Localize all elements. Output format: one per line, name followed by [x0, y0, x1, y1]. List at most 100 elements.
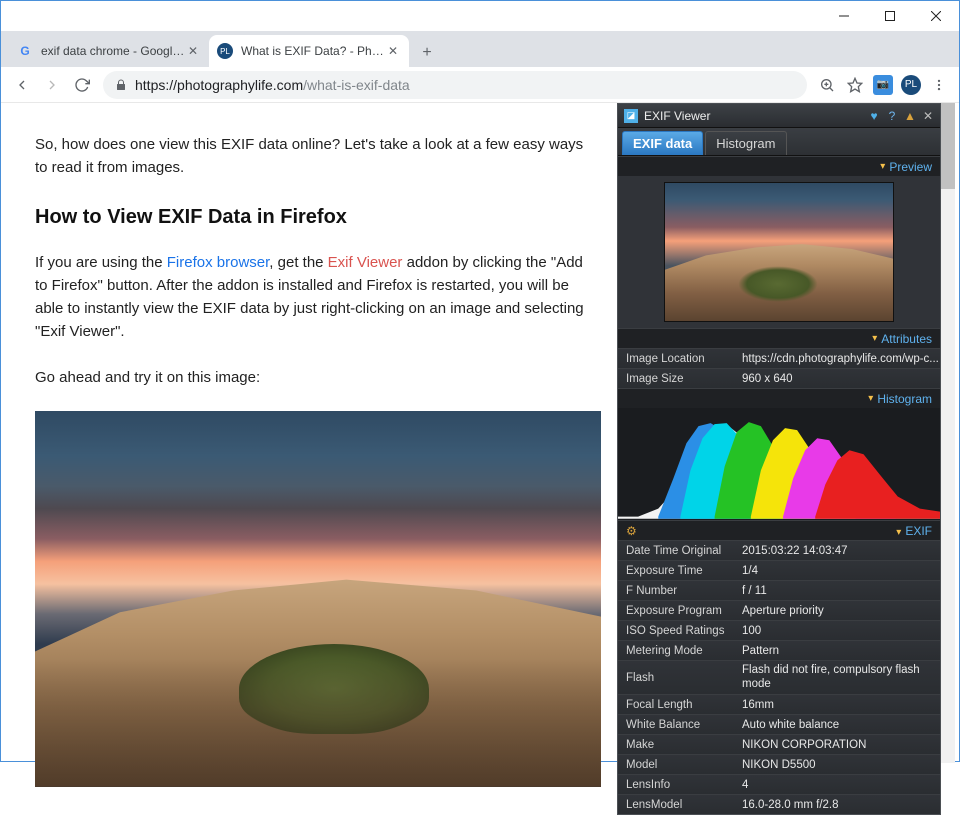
url-text: https://photographylife.com/what-is-exif… [135, 77, 795, 93]
tab-close-icon[interactable]: ✕ [385, 43, 401, 59]
section-histogram[interactable]: Histogram [618, 388, 940, 408]
attr-key: Image Location [626, 353, 742, 365]
exif-value: Aperture priority [742, 605, 940, 617]
exif-key: ISO Speed Ratings [626, 625, 742, 637]
section-attributes[interactable]: Attributes [618, 328, 940, 348]
panel-tabs: EXIF data Histogram [618, 128, 940, 156]
exif-value: 100 [742, 625, 940, 637]
close-window-button[interactable] [913, 1, 959, 31]
browser-tab[interactable]: G exif data chrome - Google Search ✕ [9, 35, 209, 67]
exif-value: NIKON D5500 [742, 759, 940, 771]
attr-value: 960 x 640 [742, 373, 940, 385]
paragraph: If you are using the Firefox browser, ge… [35, 251, 595, 344]
exif-viewer-panel: ◪ EXIF Viewer ♥ ? ▲ ✕ EXIF data Histogra… [617, 103, 941, 815]
exif-row: White BalanceAuto white balance [618, 714, 940, 734]
camera-icon: ◪ [624, 109, 638, 123]
exif-key: Date Time Original [626, 545, 742, 557]
exif-key: LensInfo [626, 779, 742, 791]
exif-key: LensModel [626, 799, 742, 811]
histogram-chart [618, 408, 940, 520]
exif-row: Focal Length16mm [618, 694, 940, 714]
tab-close-icon[interactable]: ✕ [185, 43, 201, 59]
exif-row: FlashFlash did not fire, compulsory flas… [618, 660, 940, 694]
exif-key: Make [626, 739, 742, 751]
exif-value: 2015:03:22 14:03:47 [742, 545, 940, 557]
exif-row: Date Time Original2015:03:22 14:03:47 [618, 540, 940, 560]
back-button[interactable] [7, 70, 37, 100]
new-tab-button[interactable]: + [413, 39, 441, 67]
address-bar: https://photographylife.com/what-is-exif… [1, 67, 959, 103]
exif-row: Exposure ProgramAperture priority [618, 600, 940, 620]
page-scrollbar[interactable] [941, 103, 955, 763]
exif-value: 16mm [742, 699, 940, 711]
site-favicon-icon: PL [217, 43, 233, 59]
panel-title-text: EXIF Viewer [644, 109, 868, 123]
paragraph: So, how does one view this EXIF data onl… [35, 133, 595, 180]
exif-key: Exposure Program [626, 605, 742, 617]
browser-menu-icon[interactable] [925, 71, 953, 99]
attr-value: https://cdn.photographylife.com/wp-c... [742, 353, 940, 365]
window-controls [1, 1, 959, 31]
zoom-icon[interactable] [813, 71, 841, 99]
preview-thumbnail [664, 182, 894, 322]
bookmark-star-icon[interactable] [841, 71, 869, 99]
attribute-row: Image Size960 x 640 [618, 368, 940, 388]
panel-close-icon[interactable]: ✕ [922, 109, 934, 123]
exif-row: MakeNIKON CORPORATION [618, 734, 940, 754]
exif-row: Metering ModePattern [618, 640, 940, 660]
attribute-row: Image Locationhttps://cdn.photographylif… [618, 348, 940, 368]
exif-row: Exposure Time1/4 [618, 560, 940, 580]
tab-label: exif data chrome - Google Search [41, 44, 185, 58]
exif-key: Exposure Time [626, 565, 742, 577]
exif-value: 4 [742, 779, 940, 791]
tab-exif-data[interactable]: EXIF data [622, 131, 703, 155]
exif-viewer-link[interactable]: Exif Viewer [328, 254, 403, 271]
section-preview[interactable]: Preview [618, 156, 940, 176]
exif-value: f / 11 [742, 585, 940, 597]
attr-key: Image Size [626, 373, 742, 385]
preview-area [618, 176, 940, 328]
exif-row: ISO Speed Ratings100 [618, 620, 940, 640]
exif-row: F Numberf / 11 [618, 580, 940, 600]
lock-icon [115, 78, 127, 92]
exif-row: ModelNIKON D5500 [618, 754, 940, 774]
exif-extension-icon[interactable]: 📷 [869, 71, 897, 99]
exif-value: 16.0-28.0 mm f/2.8 [742, 799, 940, 811]
exif-value: 1/4 [742, 565, 940, 577]
exif-key: Focal Length [626, 699, 742, 711]
exif-key: Model [626, 759, 742, 771]
section-heading: How to View EXIF Data in Firefox [35, 202, 611, 233]
help-icon[interactable]: ? [886, 109, 898, 123]
warning-icon[interactable]: ▲ [904, 109, 916, 123]
exif-key: White Balance [626, 719, 742, 731]
section-exif[interactable]: ⚙ EXIF [618, 520, 940, 540]
forward-button[interactable] [37, 70, 67, 100]
exif-row: LensModel16.0-28.0 mm f/2.8 [618, 794, 940, 814]
panel-titlebar[interactable]: ◪ EXIF Viewer ♥ ? ▲ ✕ [618, 104, 940, 128]
sample-image[interactable] [35, 411, 601, 787]
tab-strip: G exif data chrome - Google Search ✕ PL … [1, 31, 959, 67]
gear-icon[interactable]: ⚙ [626, 524, 637, 538]
exif-key: Metering Mode [626, 645, 742, 657]
article-content: So, how does one view this EXIF data onl… [1, 103, 611, 763]
exif-row: LensInfo4 [618, 774, 940, 794]
tab-label: What is EXIF Data? - Photograph [241, 44, 385, 58]
exif-value: Pattern [742, 645, 940, 657]
extension-icon[interactable]: PL [897, 71, 925, 99]
google-favicon-icon: G [17, 43, 33, 59]
url-input[interactable]: https://photographylife.com/what-is-exif… [103, 71, 807, 99]
tab-histogram[interactable]: Histogram [705, 131, 786, 155]
exif-value: Auto white balance [742, 719, 940, 731]
exif-value: NIKON CORPORATION [742, 739, 940, 751]
firefox-link[interactable]: Firefox browser [167, 254, 270, 271]
exif-value: Flash did not fire, compulsory flash mod… [742, 664, 940, 692]
heart-icon[interactable]: ♥ [868, 109, 880, 123]
scrollbar-thumb[interactable] [941, 103, 955, 189]
exif-key: F Number [626, 585, 742, 597]
browser-tab-active[interactable]: PL What is EXIF Data? - Photograph ✕ [209, 35, 409, 67]
paragraph: Go ahead and try it on this image: [35, 366, 595, 389]
exif-key: Flash [626, 672, 742, 684]
maximize-button[interactable] [867, 1, 913, 31]
minimize-button[interactable] [821, 1, 867, 31]
reload-button[interactable] [67, 70, 97, 100]
